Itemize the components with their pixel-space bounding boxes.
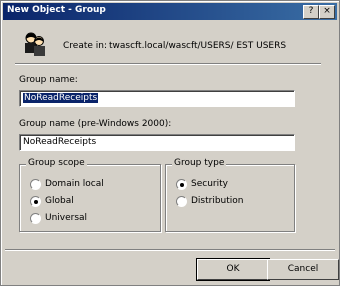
new-object-group-dialog: New Object - Group ? × Create in: twascf… [0,0,340,286]
radio-label: Distribution [191,196,244,206]
group-scope-legend: Group scope [26,158,87,168]
radio-label: Domain local [45,179,104,189]
group-type-legend: Group type [172,158,227,168]
group-type-box: Group type Security Distribution [165,158,295,232]
radio-circle [176,179,187,190]
radio-circle [30,179,41,190]
ok-button[interactable]: OK [196,258,270,281]
radio-circle [30,213,41,224]
help-button[interactable]: ? [303,5,319,19]
separator-bottom [5,249,335,251]
group-name-input[interactable]: NoReadReceipts [19,90,295,107]
create-in-path: twascft.local/wascft/USERS/ EST USERS [109,41,287,51]
cancel-button[interactable]: Cancel [267,259,339,280]
radio-circle [176,196,187,207]
pre2000-name-input[interactable]: NoReadReceipts [19,134,295,151]
create-in-label: Create in: [63,41,108,51]
radio-label: Security [191,179,228,189]
pre2000-name-value: NoReadReceipts [23,137,97,147]
radio-circle [30,196,41,207]
radio-selected-dot [34,200,38,204]
group-name-label: Group name: [19,75,78,85]
close-button[interactable]: × [319,5,335,19]
window-title: New Object - Group [7,5,106,15]
separator-top [15,63,321,65]
title-bar[interactable]: New Object - Group ? × [3,3,337,20]
radio-label: Universal [45,213,88,223]
radio-selected-dot [180,183,184,187]
radio-label: Global [45,196,74,206]
pre2000-name-label: Group name (pre-Windows 2000): [19,119,172,129]
group-icon [25,32,45,56]
group-scope-box: Group scope Domain local Global Universa… [19,158,161,232]
group-name-value: NoReadReceipts [23,93,99,103]
